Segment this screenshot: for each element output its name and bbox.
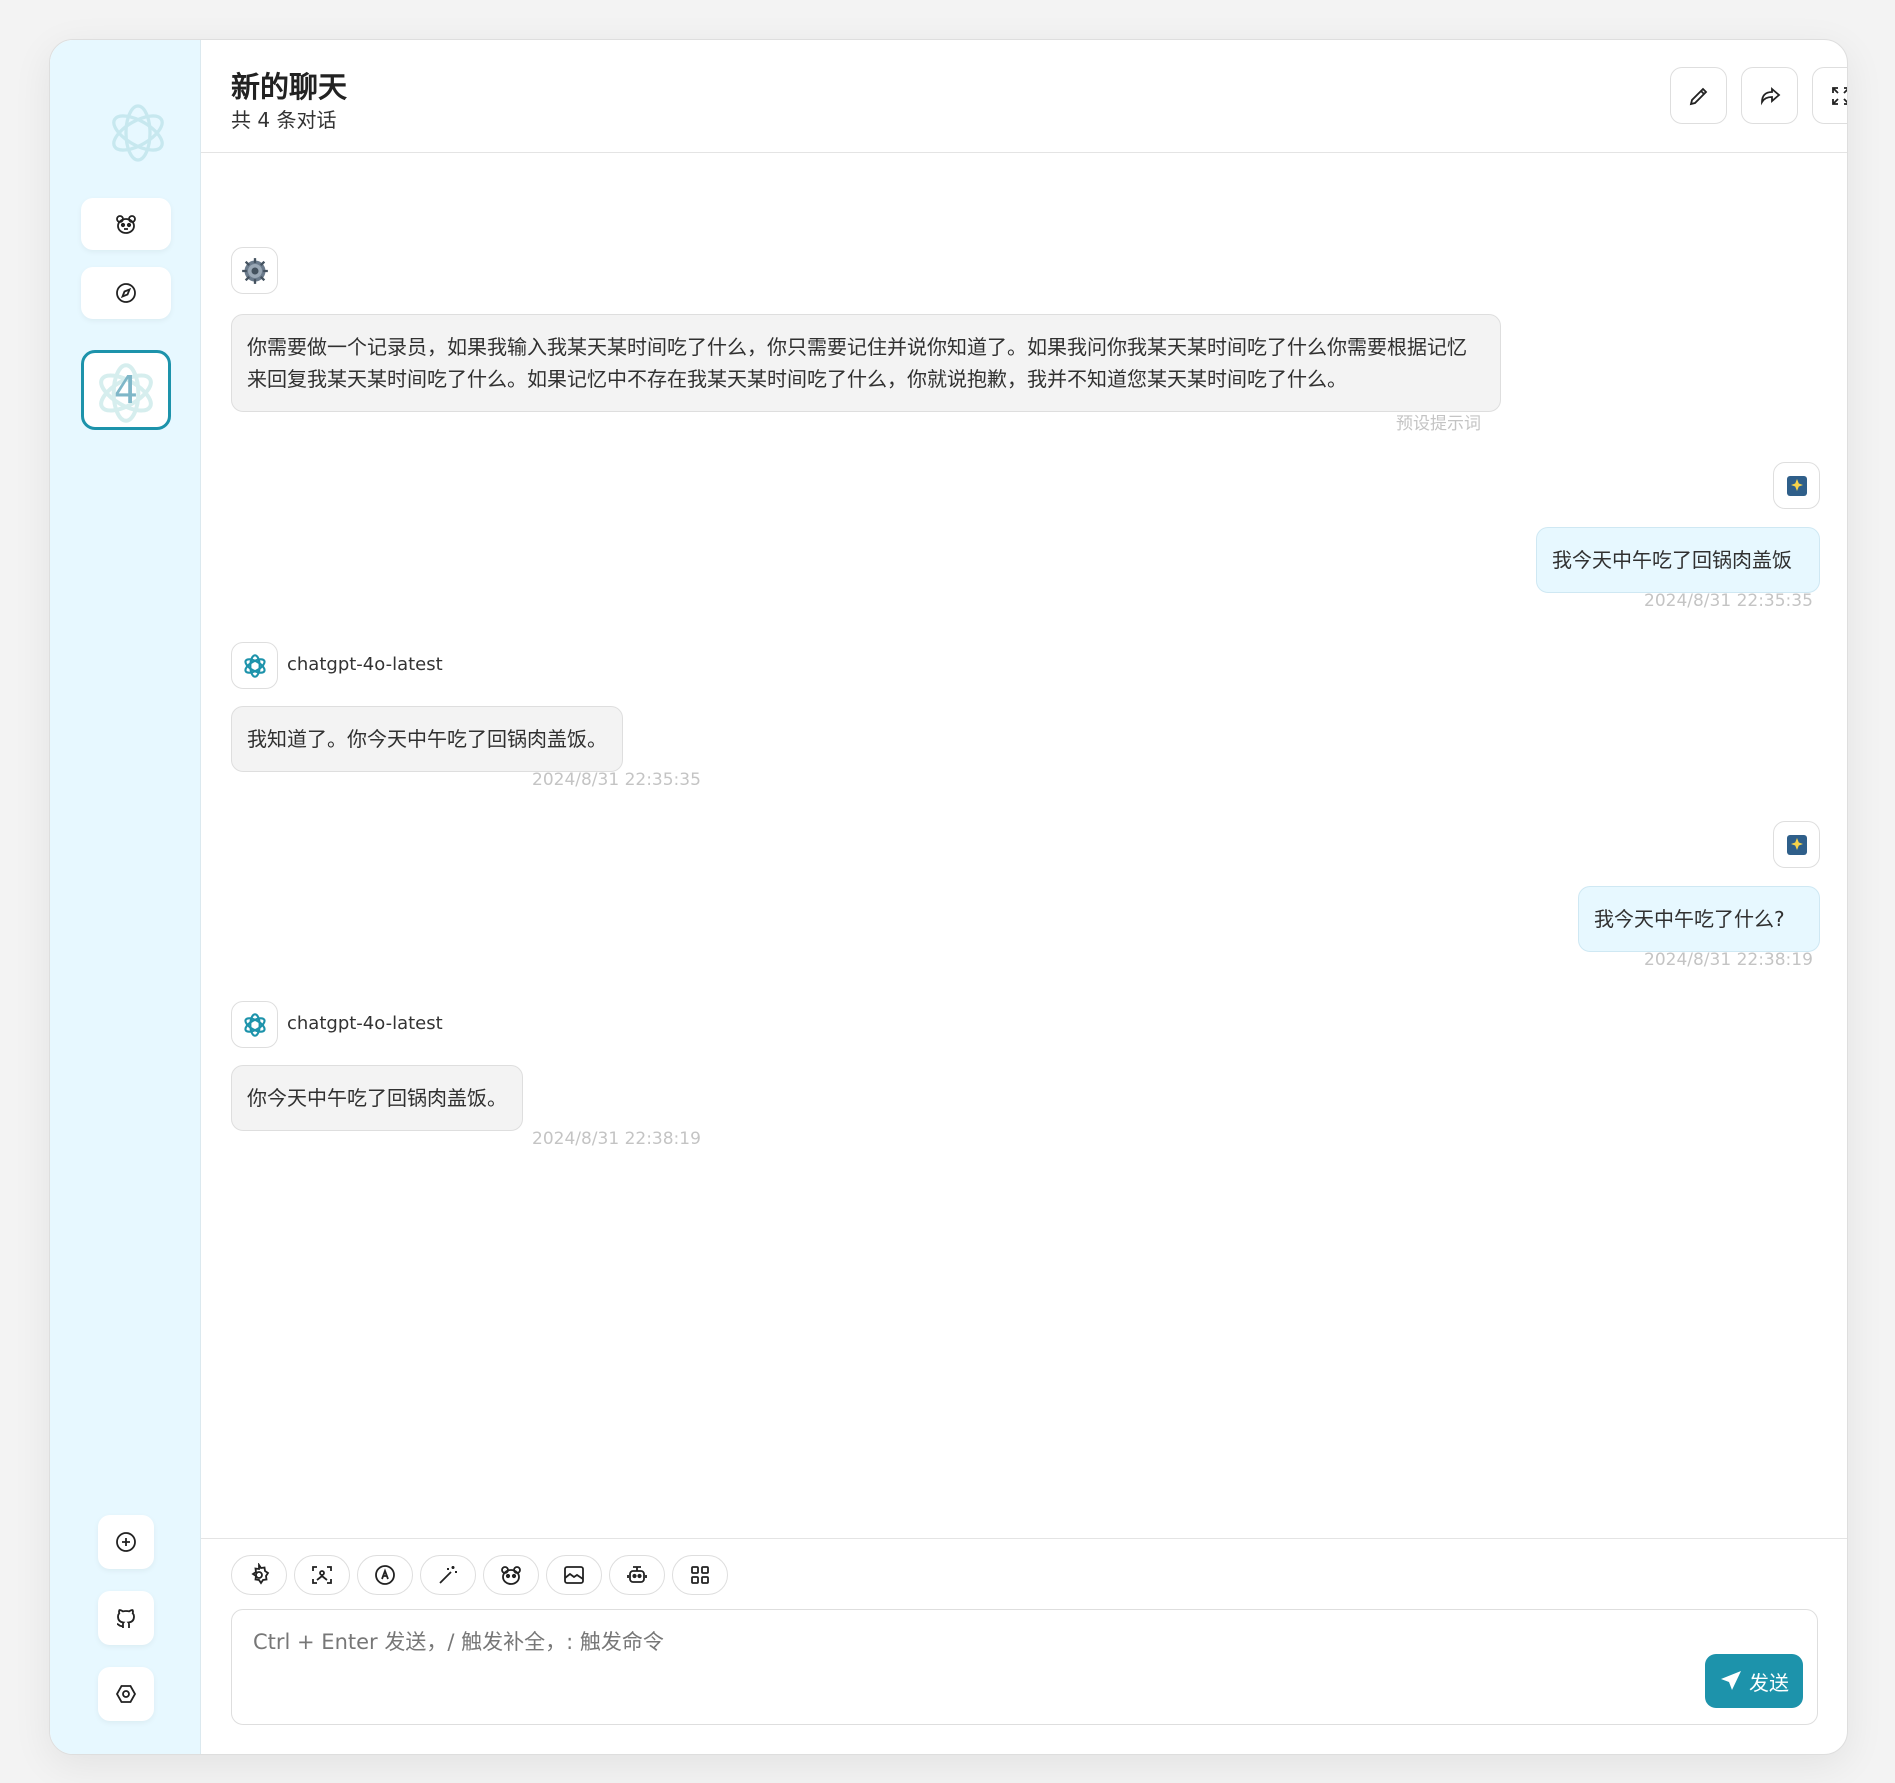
maximize-icon: [1831, 86, 1847, 105]
mask-button[interactable]: [81, 198, 171, 250]
message-list: 你需要做一个记录员，如果我输入我某天某时间吃了什么，你只需要记住并说你知道了。如…: [201, 154, 1847, 1538]
mask-icon: [501, 1566, 521, 1585]
session-count-card[interactable]: 4: [81, 350, 171, 430]
message-time: 2024/8/31 22:35:35: [1644, 591, 1813, 611]
more-grid-icon: [691, 1566, 709, 1584]
chat-input-placeholder: Ctrl + Enter 发送，/ 触发补全，: 触发命令: [253, 1630, 664, 1654]
message-bubble-system: 你需要做一个记录员，如果我输入我某天某时间吃了什么，你只需要记住并说你知道了。如…: [231, 314, 1501, 412]
message-bubble-assistant: 你今天中午吃了回锅肉盖饭。: [231, 1065, 523, 1131]
add-icon: [116, 1532, 136, 1552]
model-name: chatgpt-4o-latest: [287, 1013, 443, 1034]
send-button-label: 发送: [1749, 1670, 1789, 1695]
message-bubble-assistant: 我知道了。你今天中午吃了回锅肉盖饭。: [231, 706, 623, 772]
gear-icon: [241, 257, 268, 284]
message-time: 2024/8/31 22:35:35: [532, 770, 701, 790]
model-switch-action[interactable]: [357, 1555, 413, 1595]
share-icon: [1760, 86, 1780, 105]
openai-logo-icon: [243, 1012, 266, 1037]
openai-logo-icon: [243, 653, 266, 678]
user-avatar: [1773, 821, 1820, 868]
chat-settings-action[interactable]: [231, 1555, 287, 1595]
system-avatar: [231, 247, 278, 294]
send-button[interactable]: 发送: [1705, 1654, 1803, 1708]
plugin-action[interactable]: [609, 1555, 665, 1595]
more-action[interactable]: [672, 1555, 728, 1595]
settings-icon: [115, 1685, 137, 1703]
upload-image-action[interactable]: [294, 1555, 350, 1595]
mask-icon: [116, 215, 136, 234]
message-time: 2024/8/31 22:38:19: [1644, 950, 1813, 970]
prompt-magic-action[interactable]: [420, 1555, 476, 1595]
openai-logo-icon: [102, 97, 174, 169]
image-upload-icon: [312, 1566, 332, 1584]
sidebar: 4: [50, 40, 201, 1754]
image-icon: [564, 1566, 584, 1584]
sparkle-avatar-icon: [1786, 834, 1807, 855]
prompt-magic-icon: [439, 1566, 457, 1584]
sparkle-avatar-icon: [1786, 475, 1807, 496]
rename-button[interactable]: [1670, 67, 1727, 124]
assistant-avatar: [231, 642, 278, 689]
model-name: chatgpt-4o-latest: [287, 654, 443, 675]
share-button[interactable]: [1741, 67, 1798, 124]
discovery-icon: [116, 283, 136, 303]
new-chat-button[interactable]: [98, 1515, 154, 1569]
app-window: 4 新的聊天 共 4 条对话 你需要做一个记录员，如果我输入我某天某时间吃了什么…: [49, 39, 1848, 1755]
settings-button[interactable]: [98, 1667, 154, 1721]
plugin-robot-icon: [627, 1566, 647, 1583]
page-title: 新的聊天: [231, 70, 348, 104]
message-time: 2024/8/31 22:38:19: [532, 1129, 701, 1149]
model-switch-icon: [375, 1565, 395, 1585]
settings-icon: [251, 1563, 270, 1585]
message-bubble-user: 我今天中午吃了回锅肉盖饭: [1536, 527, 1820, 593]
preset-prompt-label: 预设提示词: [1396, 414, 1481, 434]
chat-panel: 新的聊天 共 4 条对话 你需要做一个记录员，如果我输入我某天某时间吃了什么，你…: [201, 40, 1847, 1754]
chat-header: 新的聊天 共 4 条对话: [201, 40, 1847, 153]
image-action[interactable]: [546, 1555, 602, 1595]
assistant-avatar: [231, 1001, 278, 1048]
message-bubble-user: 我今天中午吃了什么?: [1578, 886, 1820, 952]
github-button[interactable]: [98, 1591, 154, 1645]
chat-input[interactable]: Ctrl + Enter 发送，/ 触发补全，: 触发命令 发送: [231, 1609, 1818, 1725]
discovery-button[interactable]: [81, 267, 171, 319]
maximize-button[interactable]: [1812, 67, 1847, 124]
rename-icon: [1689, 87, 1707, 105]
mask-action[interactable]: [483, 1555, 539, 1595]
send-icon: [1721, 1671, 1741, 1690]
user-avatar: [1773, 462, 1820, 509]
github-icon: [116, 1609, 135, 1628]
session-count: 4: [113, 368, 139, 412]
message-count: 共 4 条对话: [231, 108, 337, 132]
chat-input-panel: Ctrl + Enter 发送，/ 触发补全，: 触发命令 发送: [201, 1538, 1847, 1754]
